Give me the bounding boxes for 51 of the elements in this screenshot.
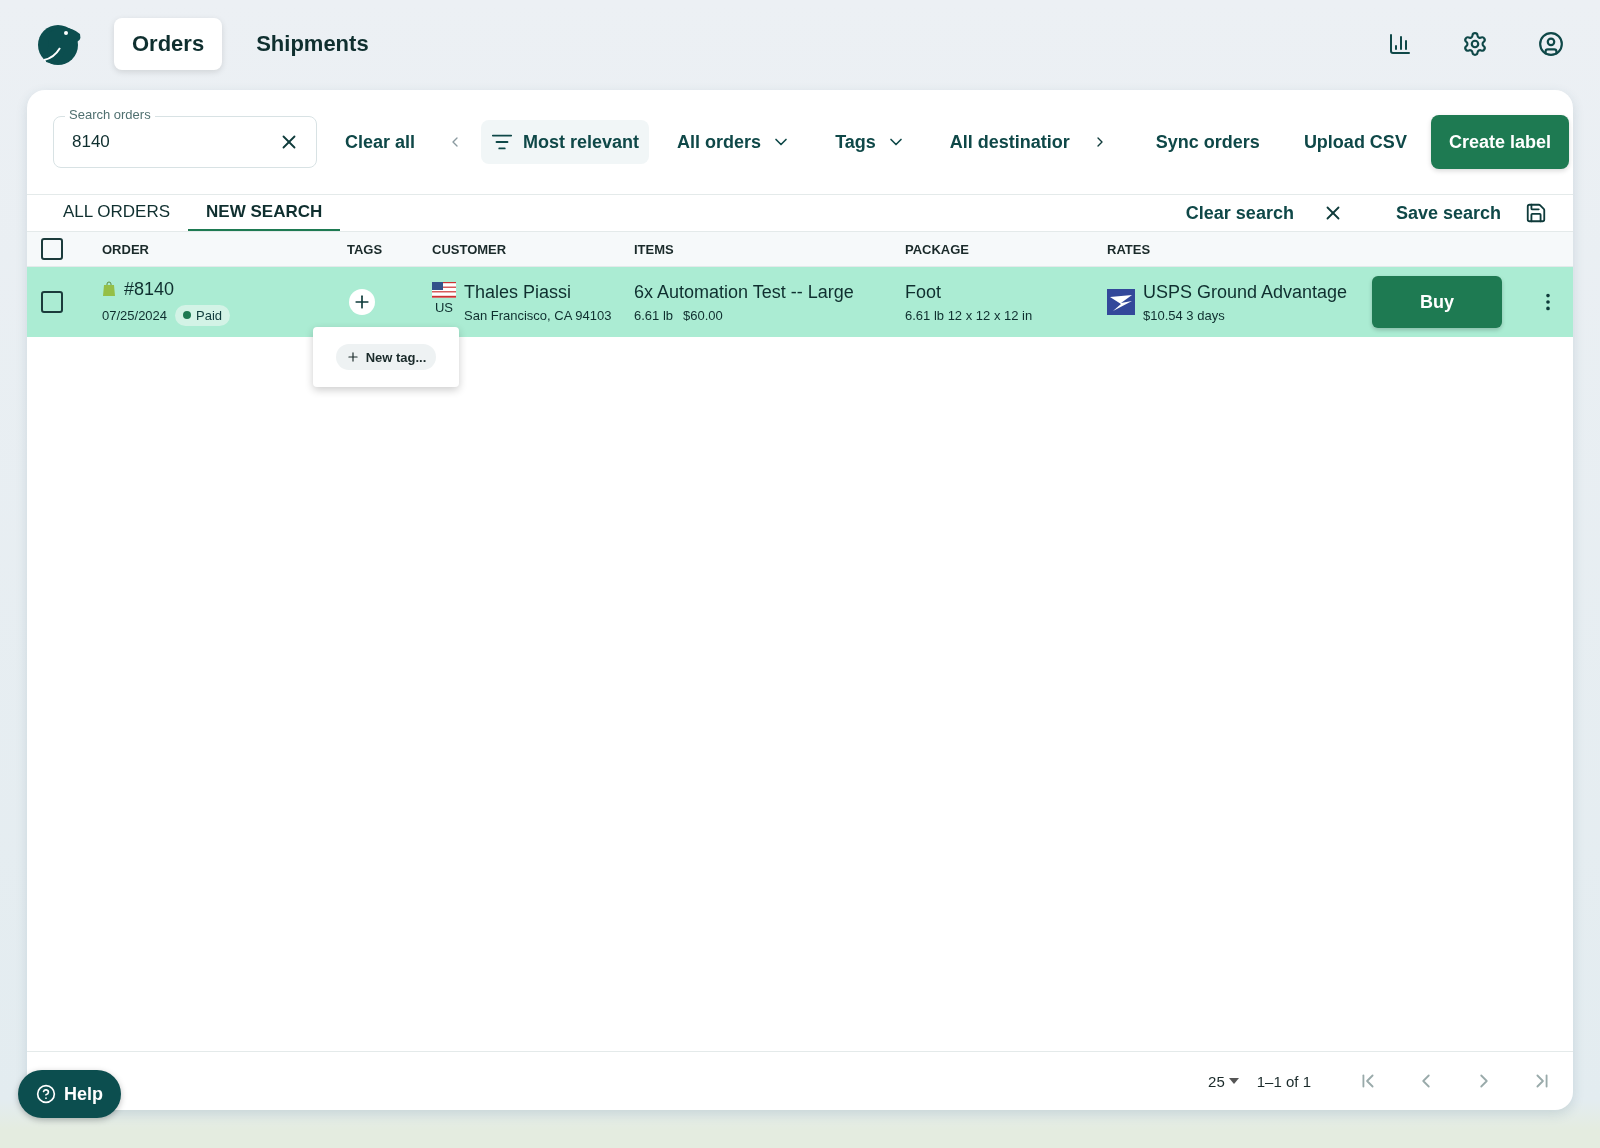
eagle-logo-icon [1107,289,1135,315]
save-search-button[interactable]: Save search [1387,202,1509,224]
filter-dropdown[interactable]: Tags [827,131,914,153]
clear-search-button[interactable]: Clear search [1177,202,1302,224]
nav-tab[interactable]: Orders [114,18,223,70]
shopping-bag-icon [102,281,116,297]
column-header: ITEMS [634,241,675,257]
create-label-button[interactable]: Create label [1430,115,1569,169]
add-tag-button[interactable] [349,289,375,315]
package-detail: 6.61 lb 12 x 12 x 12 in [905,307,1034,323]
column-header: ORDER [102,241,150,257]
package-name: Foot [905,281,943,303]
column-header: PACKAGE [905,241,971,257]
country-code: US [434,299,454,315]
help-icon [36,1084,56,1104]
status-badge: Paid [175,304,231,326]
flag-icon [432,281,456,298]
rate-service: USPS Ground Advantage [1143,281,1348,303]
select-all-checkbox[interactable] [41,238,63,260]
column-header: RATES [1107,241,1152,257]
filter-dropdown[interactable]: All destinatior [941,131,1078,153]
order-number[interactable]: #8140 [124,278,175,300]
row-checkbox[interactable] [41,291,63,313]
toolbar-button[interactable]: Upload CSV [1295,131,1415,153]
caret-icon [1228,1078,1239,1084]
settings-icon[interactable] [1462,31,1488,57]
help-button[interactable]: Help [18,1070,121,1118]
rate-detail: $10.54 3 days [1143,307,1226,323]
column-header: TAGS [347,241,384,257]
page-range: 1–1 of 1 [1256,1072,1311,1090]
chart-icon[interactable] [1388,32,1412,56]
toolbar-button[interactable]: Sync orders [1147,131,1268,153]
sort-button[interactable]: Most relevant [481,120,650,164]
clear-all-button[interactable]: Clear all [337,131,424,153]
item-weight: 6.61 lb [634,307,674,323]
nav-tab[interactable]: Shipments [238,18,387,70]
customer-name: Thales Piassi [464,281,573,303]
item-description: 6x Automation Test -- Large [634,281,855,303]
buy-button[interactable]: Buy [1372,276,1502,328]
save-icon[interactable] [1525,202,1547,224]
customer-address: San Francisco, CA 94103 [464,307,612,323]
order-date: 07/25/2024 [102,307,168,323]
account-icon[interactable] [1538,31,1564,57]
column-header: CUSTOMER [432,241,508,257]
new-tag-button[interactable]: New tag... [335,344,437,370]
per-page-select[interactable]: 25 [1208,1072,1239,1090]
plus-icon [345,350,360,364]
view-tab[interactable]: ALL ORDERS [45,195,189,231]
item-price: $60.00 [683,307,723,323]
field-label: Search orders [65,107,155,122]
filter-dropdown[interactable]: All orders [669,131,800,153]
